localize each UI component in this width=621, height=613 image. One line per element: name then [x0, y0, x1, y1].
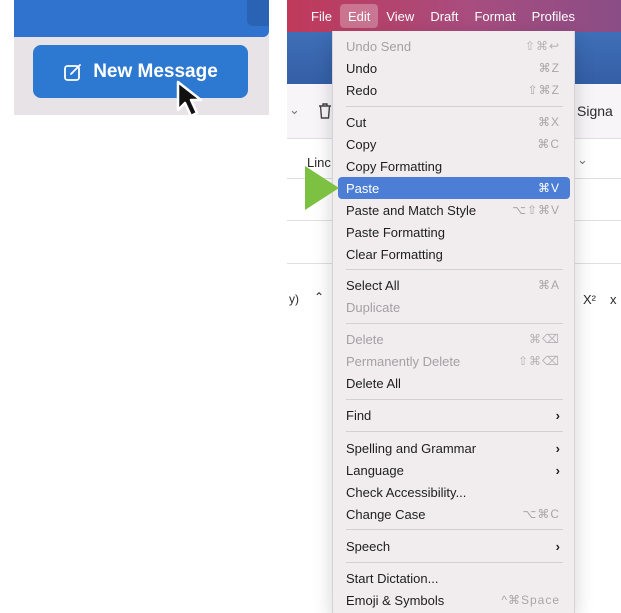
chevron-right-icon: › — [555, 407, 560, 423]
pointer-triangle-icon — [305, 166, 339, 210]
cursor-arrow-icon — [176, 80, 203, 115]
menu-item-redo[interactable]: Redo ⇧⌘Z — [338, 79, 570, 101]
menu-item-duplicate[interactable]: Duplicate — [338, 296, 570, 318]
chevron-right-icon: › — [555, 440, 560, 456]
menu-item-change-case[interactable]: Change Case ⌥⌘C — [338, 503, 570, 525]
menu-separator — [346, 399, 563, 400]
menu-item-permanently-delete[interactable]: Permanently Delete ⇧⌘⌫ — [338, 350, 570, 372]
new-message-button[interactable]: New Message — [33, 45, 248, 98]
chevron-right-icon: › — [555, 538, 560, 554]
menu-format[interactable]: Format — [466, 4, 523, 28]
chevron-right-icon: › — [555, 462, 560, 478]
subscript-button-partial[interactable]: x — [610, 292, 617, 307]
menu-item-paste[interactable]: Paste ⌘V — [338, 177, 570, 199]
trash-icon[interactable] — [317, 102, 333, 120]
menu-separator — [346, 431, 563, 432]
menu-separator — [346, 529, 563, 530]
superscript-button[interactable]: X² — [583, 292, 596, 307]
toolbar-chevron[interactable]: ⌄ — [289, 102, 300, 118]
menu-item-find[interactable]: Find › — [338, 404, 570, 426]
menu-view[interactable]: View — [378, 4, 422, 28]
menu-item-copy[interactable]: Copy ⌘C — [338, 133, 570, 155]
font-size-partial: y) — [289, 292, 299, 306]
menu-item-delete-all[interactable]: Delete All — [338, 372, 570, 394]
menu-item-undo[interactable]: Undo ⌘Z — [338, 57, 570, 79]
menu-item-cut[interactable]: Cut ⌘X — [338, 111, 570, 133]
edit-menu: Undo Send ⇧⌘↩ Undo ⌘Z Redo ⇧⌘Z Cut ⌘X Copy ⌘C… — [332, 31, 575, 613]
stepper-icon[interactable]: ⌃ — [314, 290, 324, 304]
menu-item-paste-formatting[interactable]: Paste Formatting — [338, 221, 570, 243]
left-panel: New Message — [14, 0, 269, 115]
menu-item-emoji-and-symbols[interactable]: Emoji & Symbols ^⌘Space — [338, 589, 570, 611]
left-topbar — [14, 0, 269, 37]
menu-item-copy-formatting[interactable]: Copy Formatting — [338, 155, 570, 177]
menu-item-language[interactable]: Language › — [338, 459, 570, 481]
menu-separator — [346, 269, 563, 270]
menu-separator — [346, 106, 563, 107]
menu-bar: File Edit View Draft Format Profiles — [287, 0, 621, 32]
menu-file[interactable]: File — [303, 4, 340, 28]
from-chevron-icon[interactable]: ⌄ — [577, 152, 588, 168]
menu-item-check-accessibility[interactable]: Check Accessibility... — [338, 481, 570, 503]
menu-item-undo-send[interactable]: Undo Send ⇧⌘↩ — [338, 35, 570, 57]
menu-draft[interactable]: Draft — [422, 4, 466, 28]
menu-item-delete[interactable]: Delete ⌘⌫ — [338, 328, 570, 350]
menu-edit[interactable]: Edit — [339, 4, 379, 28]
menu-separator — [346, 562, 563, 563]
menu-separator — [346, 323, 563, 324]
menu-profiles[interactable]: Profiles — [524, 4, 583, 28]
left-topbar-notch — [247, 0, 269, 26]
menu-item-paste-and-match-style[interactable]: Paste and Match Style ⌥⇧⌘V — [338, 199, 570, 221]
menu-item-speech[interactable]: Speech › — [338, 535, 570, 557]
menu-item-spelling-and-grammar[interactable]: Spelling and Grammar › — [338, 437, 570, 459]
menu-item-start-dictation[interactable]: Start Dictation... — [338, 567, 570, 589]
menu-item-clear-formatting[interactable]: Clear Formatting — [338, 243, 570, 265]
compose-icon — [64, 63, 82, 81]
menu-item-select-all[interactable]: Select All ⌘A — [338, 274, 570, 296]
signature-button-partial[interactable]: Signa — [577, 103, 613, 119]
